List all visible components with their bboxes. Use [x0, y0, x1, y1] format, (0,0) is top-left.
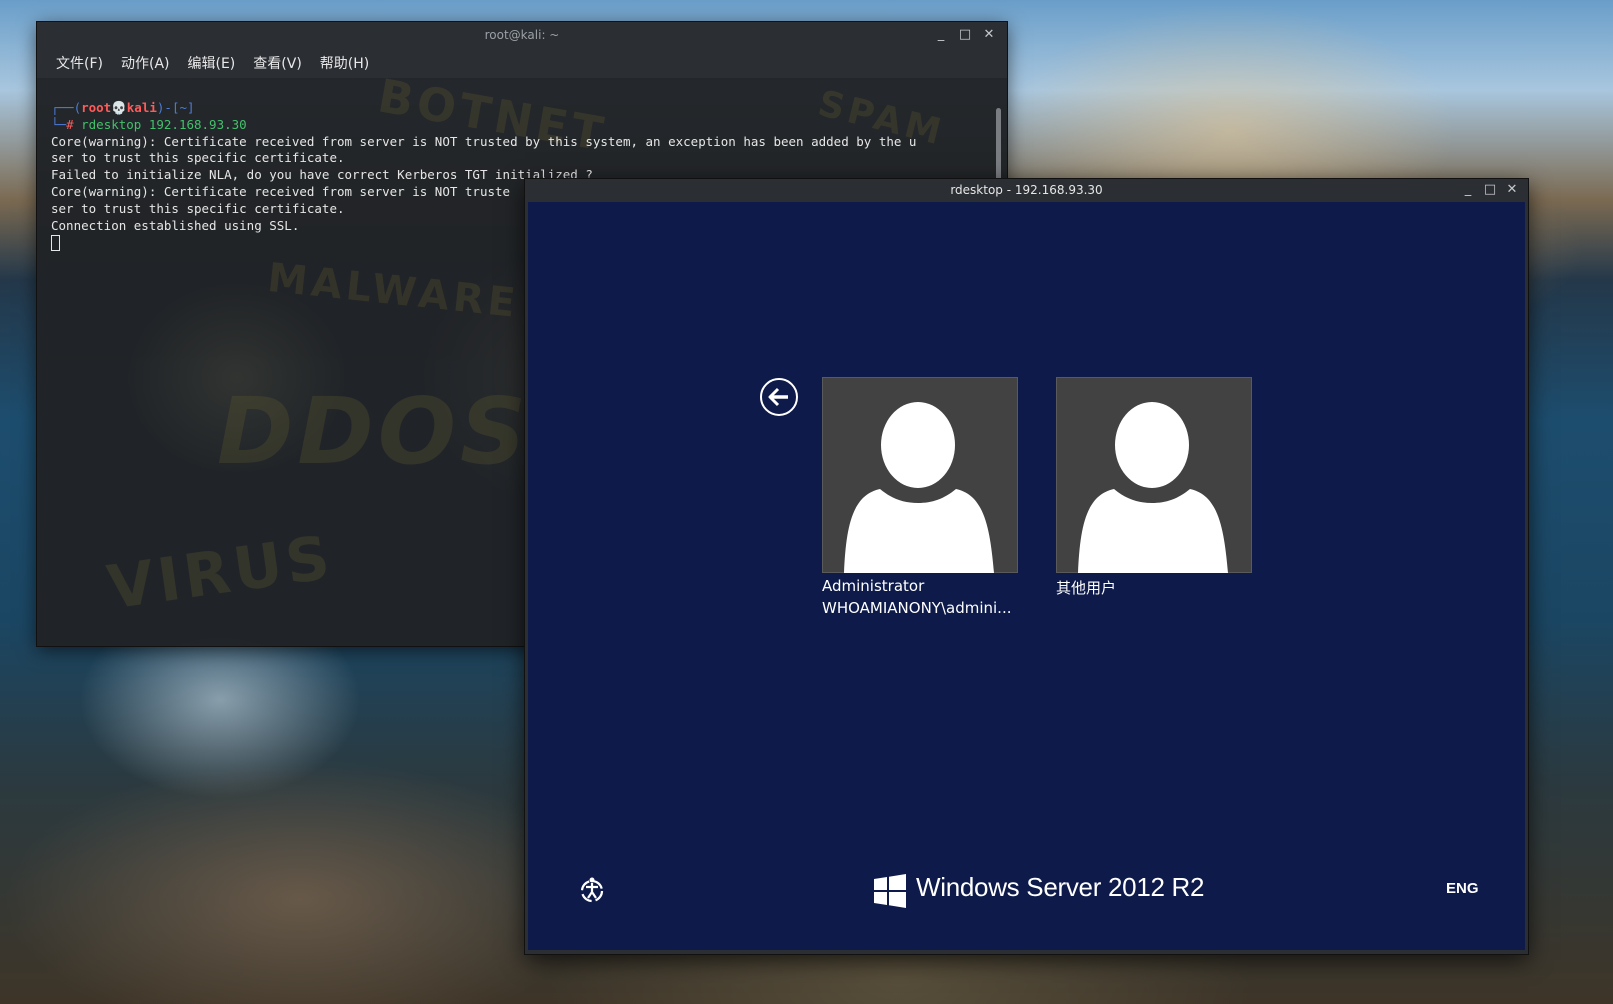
menu-file[interactable]: 文件(F) — [47, 53, 112, 73]
back-arrow-icon — [768, 387, 788, 407]
menu-action[interactable]: 动作(A) — [112, 53, 179, 73]
user-avatar-icon — [1078, 402, 1228, 573]
terminal-maximize-button[interactable]: □ — [957, 27, 973, 43]
windows-login-screen[interactable]: Administrator WHOAMIANONY\admini... 其他用户… — [528, 202, 1525, 950]
terminal-close-button[interactable]: ✕ — [981, 27, 997, 43]
user-tile-administrator[interactable] — [822, 377, 1018, 573]
menu-help[interactable]: 帮助(H) — [311, 53, 378, 73]
wallpaper-word-ddos: DDOS — [217, 378, 531, 485]
wallpaper-word-malware: MALWARE — [265, 254, 522, 328]
output-line: Core(warning): Certificate received from… — [51, 133, 917, 149]
terminal-cursor — [51, 234, 60, 251]
rdesktop-maximize-button[interactable]: □ — [1482, 182, 1498, 198]
prompt-open: ┌──( — [51, 100, 82, 115]
prompt-dir: )-[~] — [156, 100, 195, 115]
output-line: Connection established using SSL. — [51, 217, 300, 233]
back-arrow-button[interactable] — [760, 378, 798, 416]
output-line: Core(warning): Certificate received from… — [51, 183, 511, 199]
windows-logo-icon — [874, 874, 906, 908]
menu-edit[interactable]: 编辑(E) — [179, 53, 245, 73]
user-account-administrator: WHOAMIANONY\admini... — [822, 599, 1012, 617]
output-line: ser to trust this specific certificate. — [51, 200, 345, 216]
prompt-close: └─ — [51, 116, 67, 132]
command-text: rdesktop 192.168.93.30 — [81, 116, 247, 132]
terminal-menubar: 文件(F) 动作(A) 编辑(E) 查看(V) 帮助(H) — [37, 48, 1007, 78]
terminal-title: root@kali: ~ — [484, 28, 560, 42]
rdesktop-titlebar[interactable]: rdesktop - 192.168.93.30 _ □ ✕ — [525, 179, 1528, 201]
terminal-titlebar[interactable]: root@kali: ~ _ □ ✕ — [37, 22, 1007, 48]
rdesktop-minimize-button[interactable]: _ — [1460, 182, 1476, 198]
rdesktop-window[interactable]: rdesktop - 192.168.93.30 _ □ ✕ Administr… — [525, 179, 1528, 954]
prompt-hash: # — [66, 116, 82, 132]
windows-server-brand: Windows Server 2012 R2 — [916, 872, 1205, 902]
wallpaper-word-virus: VIRUS — [103, 522, 338, 624]
user-avatar-icon — [844, 402, 994, 573]
user-tile-other[interactable] — [1056, 377, 1252, 573]
output-line: Failed to initialize NLA, do you have co… — [51, 167, 593, 183]
menu-view[interactable]: 查看(V) — [244, 53, 311, 73]
ease-of-access-icon[interactable] — [578, 876, 606, 904]
user-name-administrator: Administrator — [822, 577, 925, 595]
rdesktop-close-button[interactable]: ✕ — [1504, 182, 1520, 198]
prompt-user: root💀kali — [81, 100, 157, 115]
rdesktop-title: rdesktop - 192.168.93.30 — [950, 183, 1103, 197]
user-name-other: 其他用户 — [1056, 579, 1117, 597]
output-line: ser to trust this specific certificate. — [51, 150, 345, 166]
terminal-minimize-button[interactable]: _ — [933, 27, 949, 43]
language-indicator[interactable]: ENG — [1446, 880, 1479, 897]
